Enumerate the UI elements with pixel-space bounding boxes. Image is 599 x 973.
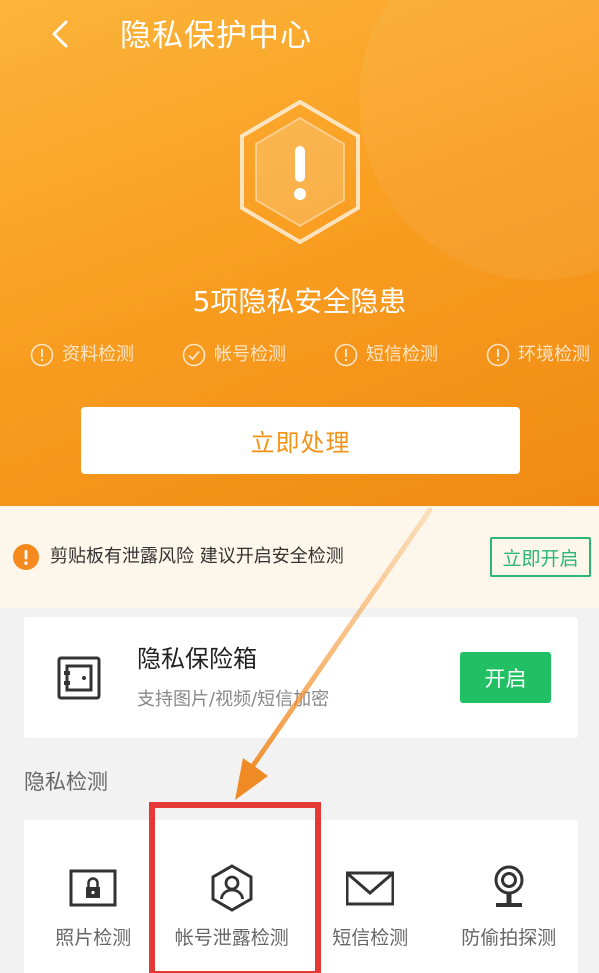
privacy-vault-card[interactable]: 隐私保险箱 支持图片/视频/短信加密 开启 bbox=[24, 617, 578, 738]
warning-count: 5项隐私安全隐患 bbox=[192, 285, 407, 318]
grid-item-photo-check[interactable]: 照片检测 bbox=[24, 820, 163, 973]
grid-item-sms-check[interactable]: 短信检测 bbox=[301, 820, 440, 973]
header: 隐私保护中心 5项隐私安全隐患 资料检测 帐号检测 短信检测 环境检测 立即处理 bbox=[0, 0, 599, 506]
alert-icon bbox=[30, 343, 54, 367]
account-shield-icon bbox=[211, 864, 253, 912]
photo-lock-icon bbox=[69, 869, 117, 907]
warning-icon bbox=[13, 544, 39, 570]
envelope-icon bbox=[346, 871, 395, 906]
check-item-profile: 资料检测 bbox=[30, 340, 134, 370]
grid-item-label: 短信检测 bbox=[332, 927, 409, 949]
check-label: 帐号检测 bbox=[214, 344, 286, 365]
grid-item-label: 防偷拍探测 bbox=[461, 927, 557, 949]
check-label: 环境检测 bbox=[518, 344, 590, 365]
check-item-sms: 短信检测 bbox=[334, 340, 438, 370]
check-label: 短信检测 bbox=[366, 344, 438, 365]
grid-item-account-leak-check[interactable]: 帐号泄露检测 bbox=[163, 820, 302, 973]
check-label: 资料检测 bbox=[62, 344, 134, 365]
vault-subtitle: 支持图片/视频/短信加密 bbox=[137, 689, 330, 710]
notice-text: 剪贴板有泄露风险 建议开启安全检测 bbox=[50, 546, 344, 567]
check-list: 资料检测 帐号检测 短信检测 环境检测 bbox=[30, 340, 590, 370]
vault-title: 隐私保险箱 bbox=[137, 645, 257, 673]
clipboard-notice: 剪贴板有泄露风险 建议开启安全检测 立即开启 bbox=[0, 506, 599, 608]
camera-icon bbox=[494, 865, 524, 907]
check-item-account: 帐号检测 bbox=[182, 340, 286, 370]
check-item-environment: 环境检测 bbox=[486, 340, 590, 370]
enable-now-button[interactable]: 立即开启 bbox=[490, 537, 591, 577]
privacy-check-grid: 照片检测 帐号泄露检测 短信检测 防偷拍探测 bbox=[24, 820, 578, 973]
warning-shield-icon bbox=[240, 100, 360, 244]
grid-item-label: 照片检测 bbox=[55, 927, 132, 949]
back-button[interactable] bbox=[40, 14, 80, 54]
check-icon bbox=[182, 343, 206, 367]
safe-icon bbox=[57, 656, 101, 700]
grid-item-anti-spy-camera[interactable]: 防偷拍探测 bbox=[440, 820, 579, 973]
alert-icon bbox=[334, 343, 358, 367]
alert-icon bbox=[486, 343, 510, 367]
chevron-left-icon bbox=[52, 20, 68, 48]
page-title: 隐私保护中心 bbox=[120, 18, 312, 54]
grid-item-label: 帐号泄露检测 bbox=[174, 927, 289, 949]
section-title: 隐私检测 bbox=[24, 770, 108, 794]
vault-enable-button[interactable]: 开启 bbox=[460, 652, 551, 703]
handle-now-button[interactable]: 立即处理 bbox=[81, 407, 520, 474]
